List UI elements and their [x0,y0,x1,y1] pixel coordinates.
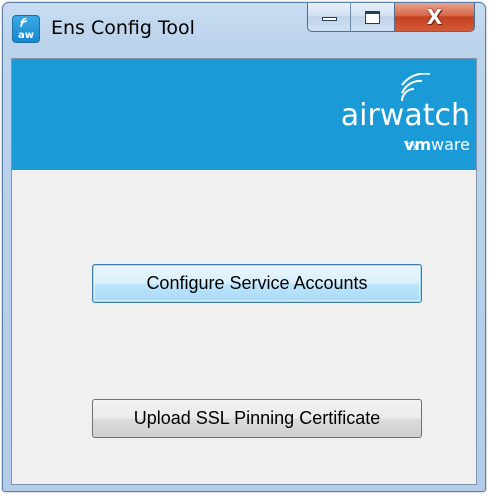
title-bar[interactable]: aw Ens Config Tool X [3,3,485,53]
airwatch-logo: airwatch by vmware [320,73,470,159]
app-icon-label: aw [18,30,34,41]
configure-service-accounts-button[interactable]: Configure Service Accounts [92,264,422,303]
close-icon: X [426,5,443,29]
upload-ssl-pinning-certificate-button[interactable]: Upload SSL Pinning Certificate [92,399,422,438]
close-button[interactable]: X [395,3,475,32]
airwatch-app-icon[interactable]: aw [12,15,40,43]
app-window: aw Ens Config Tool X airwatch by vmware … [2,2,486,492]
maximize-button[interactable] [351,3,395,32]
minimize-icon [322,17,337,21]
vmware-wordmark: vmware [404,136,470,154]
brand-ware: ware [431,135,470,154]
minimize-button[interactable] [307,3,351,32]
caption-buttons: X [307,3,475,33]
window-title: Ens Config Tool [51,17,195,39]
airwatch-banner: airwatch by vmware [12,59,476,170]
brand-name: airwatch [340,98,470,133]
maximize-icon [365,11,380,24]
wifi-signal-icon [20,18,29,28]
client-area: airwatch by vmware Configure Service Acc… [11,58,477,485]
brand-vm: vm [403,135,432,154]
